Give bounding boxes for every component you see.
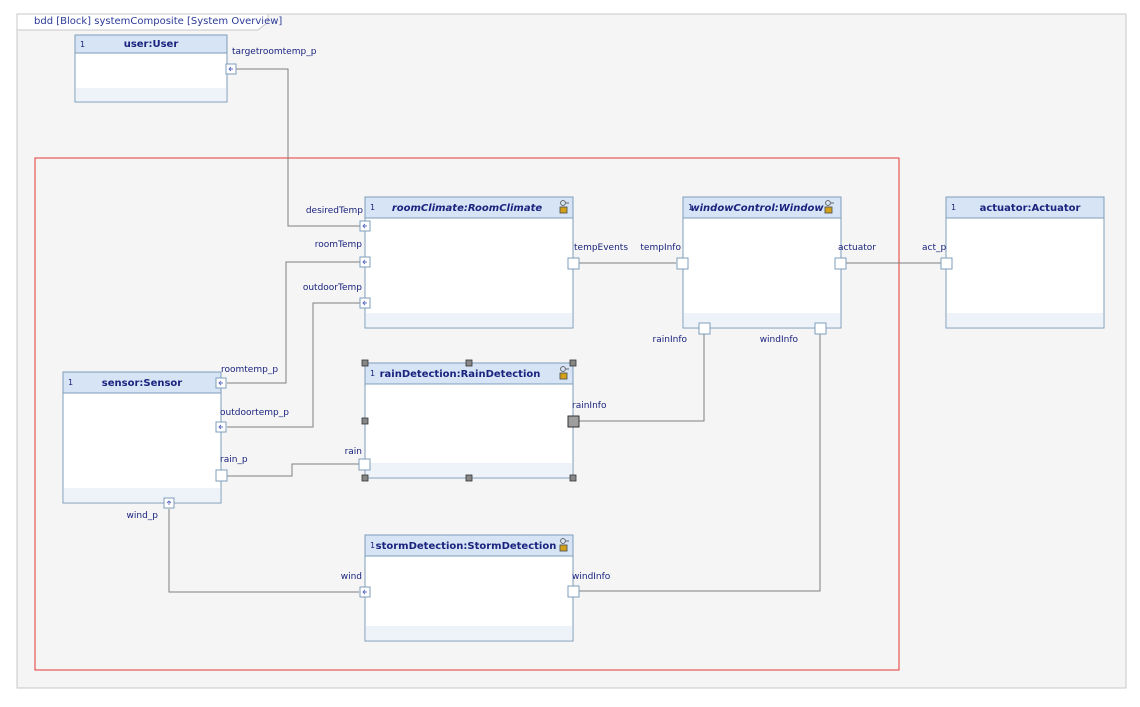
- port-tempevents[interactable]: [567, 257, 580, 270]
- label-desiredtemp: desiredTemp: [306, 206, 363, 216]
- block-sensor-multiplicity: 1: [68, 378, 73, 387]
- block-raindetection-title: rainDetection:RainDetection: [380, 369, 541, 380]
- label-tempinfo: tempInfo: [640, 243, 681, 253]
- port-rain-p[interactable]: [215, 469, 228, 482]
- block-stormdetection-multiplicity: 1: [370, 541, 375, 550]
- label-rain: rain: [345, 447, 362, 457]
- label-roomtemp: roomTemp: [315, 240, 363, 250]
- diagram-canvas[interactable]: 1 user:User 1 roomClimate:RoomClimate 1 …: [0, 0, 1140, 703]
- block-user[interactable]: 1 user:User: [74, 34, 228, 103]
- label-tempevents: tempEvents: [574, 243, 628, 253]
- port-rain[interactable]: [358, 458, 371, 471]
- diagram-svg: 1 user:User 1 roomClimate:RoomClimate 1 …: [16, 13, 1127, 689]
- label-wind-p: wind_p: [127, 511, 159, 521]
- port-windinfo-in[interactable]: [814, 322, 827, 335]
- label-windinfo-in: windInfo: [760, 335, 799, 345]
- label-rain-p: rain_p: [220, 455, 248, 465]
- label-outdoortemp-p: outdoortemp_p: [220, 408, 289, 418]
- block-windowcontrol-title: windowControl:Window: [690, 203, 824, 214]
- frame-title: bdd [Block] systemComposite [System Over…: [34, 16, 283, 27]
- block-sensor-title: sensor:Sensor: [102, 378, 183, 389]
- block-stormdetection[interactable]: 1 stormDetection:StormDetection: [364, 534, 574, 642]
- label-windinfo-out: windInfo: [572, 572, 611, 582]
- block-raindetection[interactable]: 1 rainDetection:RainDetection: [361, 359, 577, 482]
- block-windowcontrol[interactable]: 1 windowControl:Window: [682, 196, 842, 329]
- block-raindetection-multiplicity: 1: [370, 369, 375, 378]
- block-roomclimate-title: roomClimate:RoomClimate: [392, 203, 543, 214]
- block-actuator[interactable]: 1 actuator:Actuator: [945, 196, 1105, 329]
- block-roomclimate-multiplicity: 1: [370, 203, 375, 212]
- label-actuator: actuator: [838, 243, 876, 253]
- block-actuator-title: actuator:Actuator: [980, 203, 1081, 214]
- label-act-p: act_p: [922, 243, 946, 253]
- port-raininfo-out[interactable]: [567, 415, 580, 428]
- block-user-multiplicity: 1: [80, 40, 85, 49]
- label-wind: wind: [341, 572, 362, 582]
- label-raininfo-out: rainInfo: [572, 401, 607, 411]
- port-actuator[interactable]: [834, 257, 847, 270]
- block-roomclimate[interactable]: 1 roomClimate:RoomClimate: [364, 196, 574, 329]
- label-raininfo-in: rainInfo: [653, 335, 688, 345]
- label-outdoortemp: outdoorTemp: [303, 283, 362, 293]
- block-stormdetection-title: stormDetection:StormDetection: [376, 541, 557, 552]
- port-tempinfo[interactable]: [676, 257, 689, 270]
- port-act-p[interactable]: [940, 257, 953, 270]
- block-actuator-multiplicity: 1: [951, 203, 956, 212]
- block-sensor[interactable]: 1 sensor:Sensor: [62, 371, 222, 504]
- label-targetroomtemp-p: targetroomtemp_p: [232, 47, 317, 57]
- label-roomtemp-p: roomtemp_p: [221, 365, 278, 375]
- port-raininfo-in[interactable]: [698, 322, 711, 335]
- port-windinfo-out[interactable]: [567, 585, 580, 598]
- block-user-title: user:User: [124, 39, 179, 50]
